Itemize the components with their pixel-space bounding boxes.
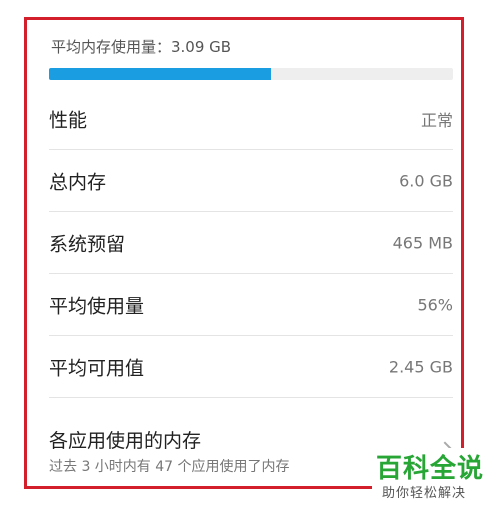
total-memory-row: 总内存 6.0 GB bbox=[49, 150, 453, 212]
average-usage-label: 平均使用量 bbox=[49, 295, 145, 317]
average-available-value: 2.45 GB bbox=[388, 357, 453, 376]
average-usage-row: 平均使用量 56% bbox=[49, 274, 453, 336]
performance-value: 正常 bbox=[420, 110, 453, 130]
app-memory-usage-title: 各应用使用的内存 bbox=[49, 430, 202, 452]
watermark-subtitle: 助你轻松解决 bbox=[382, 486, 467, 501]
system-reserved-value: 465 MB bbox=[392, 233, 453, 252]
average-usage-value: 56% bbox=[417, 295, 453, 314]
watermark-logo: 百科全说 助你轻松解决 bbox=[372, 448, 496, 504]
memory-usage-bar bbox=[49, 68, 453, 80]
average-available-row: 平均可用值 2.45 GB bbox=[49, 336, 453, 398]
app-memory-usage-subtitle: 过去 3 小时内有 47 个应用使用了内存 bbox=[49, 459, 290, 475]
total-memory-label: 总内存 bbox=[49, 171, 107, 193]
memory-usage-bar-fill bbox=[49, 68, 272, 80]
average-available-label: 平均可用值 bbox=[49, 357, 145, 379]
average-memory-usage-label: 平均内存使用量：3.09 GB bbox=[51, 38, 232, 56]
performance-row: 性能 正常 bbox=[49, 88, 453, 150]
system-reserved-label: 系统预留 bbox=[49, 233, 126, 255]
total-memory-value: 6.0 GB bbox=[399, 171, 453, 190]
watermark-title: 百科全说 bbox=[376, 454, 485, 484]
memory-panel: 平均内存使用量：3.09 GB 性能 正常 总内存 6.0 GB 系统预留 46… bbox=[24, 17, 464, 489]
system-reserved-row: 系统预留 465 MB bbox=[49, 212, 453, 274]
performance-label: 性能 bbox=[49, 109, 88, 131]
